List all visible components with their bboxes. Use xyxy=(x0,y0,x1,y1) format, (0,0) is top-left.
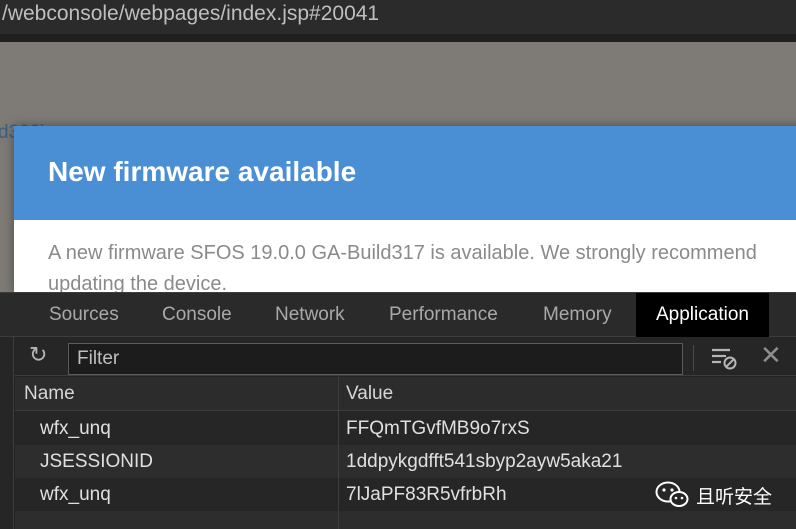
cell-value: 7lJaPF83R5vfrbRh xyxy=(346,484,507,505)
wechat-logo-icon xyxy=(655,481,689,507)
modal-body: A new firmware SFOS 19.0.0 GA-Build317 i… xyxy=(48,242,757,292)
url-bar-divider xyxy=(0,34,796,42)
column-header-name[interactable]: Name xyxy=(24,377,75,411)
close-icon[interactable]: ✕ xyxy=(760,340,782,370)
filter-input[interactable] xyxy=(68,343,683,375)
watermark: 且听安全 xyxy=(655,480,772,510)
column-header-value[interactable]: Value xyxy=(346,377,393,411)
refresh-icon[interactable]: ↻ xyxy=(29,341,47,369)
storage-toolbar: ↻ ✕ xyxy=(15,337,796,376)
tab-network[interactable]: Network xyxy=(275,293,345,337)
column-divider xyxy=(338,377,339,529)
url-text: /webconsole/webpages/index.jsp#20041 xyxy=(2,2,380,25)
clear-filter-icon[interactable] xyxy=(710,345,738,371)
table-row[interactable]: JSESSIONID 1ddpykgdfft541sbyp2ayw5aka21 xyxy=(15,445,796,478)
toolbar-divider xyxy=(693,345,694,371)
cell-name: wfx_unq xyxy=(40,418,111,439)
devtools-tabbar: Sources Console Network Performance Memo… xyxy=(0,292,796,337)
cell-value: 1ddpykgdfft541sbyp2ayw5aka21 xyxy=(346,451,623,472)
watermark-text: 且听安全 xyxy=(696,485,773,508)
firmware-modal: New firmware available A new firmware SF… xyxy=(14,126,796,292)
cell-name: JSESSIONID xyxy=(40,451,153,472)
cell-name: wfx_unq xyxy=(40,484,111,505)
table-row[interactable] xyxy=(15,511,796,529)
url-bar[interactable]: /webconsole/webpages/index.jsp#20041 xyxy=(0,0,796,34)
table-row[interactable]: wfx_unq FFQmTGvfMB9o7rxS xyxy=(15,412,796,445)
devtools-sidebar xyxy=(0,337,14,529)
tab-sources[interactable]: Sources xyxy=(49,293,119,337)
tab-console[interactable]: Console xyxy=(162,293,232,337)
modal-title: New firmware available xyxy=(48,156,357,187)
cell-value: FFQmTGvfMB9o7rxS xyxy=(346,418,530,439)
table-header: Name Value xyxy=(15,377,796,411)
tab-memory[interactable]: Memory xyxy=(543,293,612,337)
tab-performance[interactable]: Performance xyxy=(389,293,498,337)
tab-application[interactable]: Application xyxy=(636,293,769,337)
